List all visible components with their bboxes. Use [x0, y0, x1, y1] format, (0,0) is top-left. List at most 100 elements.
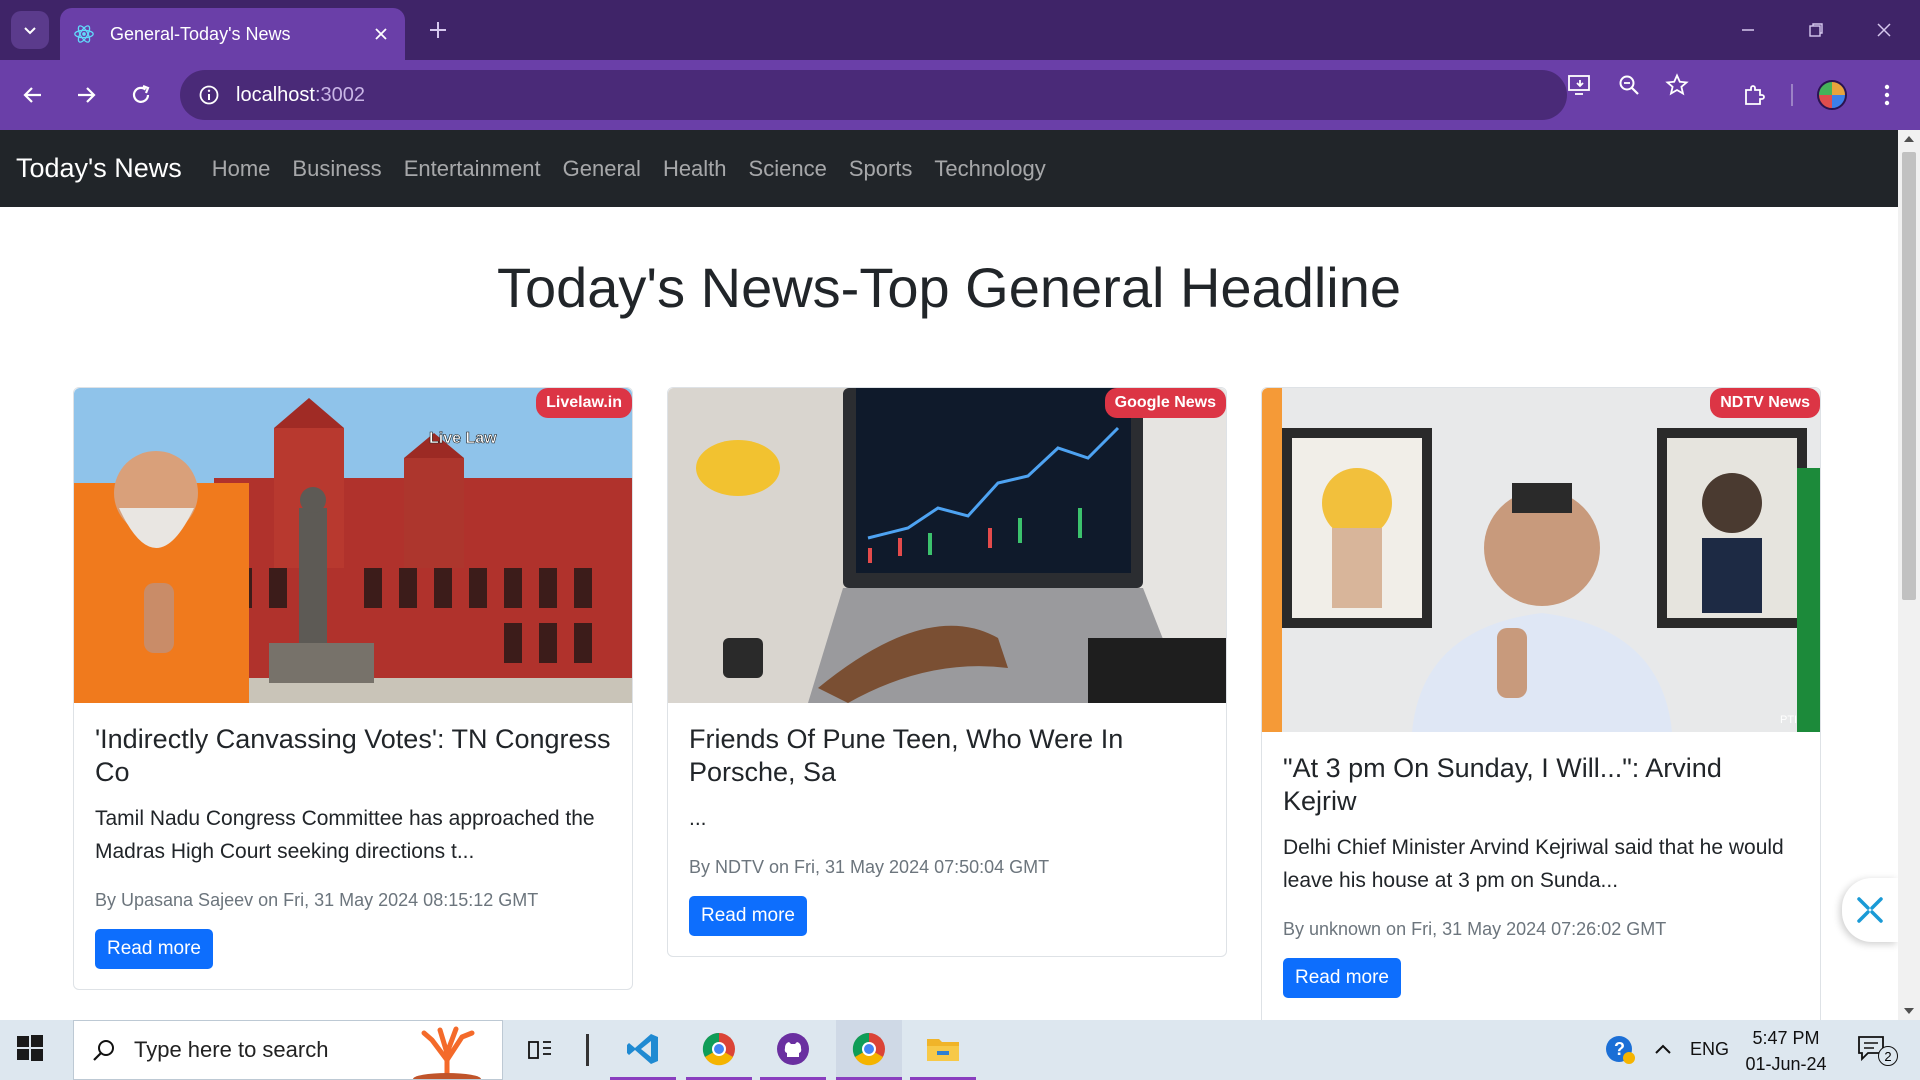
- search-placeholder: Type here to search: [134, 1037, 329, 1062]
- close-window-button[interactable]: [1862, 10, 1906, 50]
- forward-button[interactable]: [67, 76, 105, 114]
- puzzle-icon: [1745, 85, 1765, 105]
- nav-link-general[interactable]: General: [563, 156, 641, 182]
- court-photo: Live Law: [74, 388, 632, 703]
- taskbar-vscode[interactable]: [610, 1020, 676, 1080]
- card-description: Tamil Nadu Congress Committee has approa…: [95, 807, 595, 863]
- chevron-down-icon: [24, 27, 36, 35]
- close-icon: [1877, 23, 1891, 37]
- vscode-icon: [627, 1033, 658, 1064]
- nav-link-home[interactable]: Home: [212, 156, 271, 182]
- image-watermark: PTI: [1780, 714, 1797, 726]
- taskbar-search[interactable]: Type here to search: [73, 1020, 503, 1080]
- card-body: "At 3 pm On Sunday, I Will...": Arvind K…: [1262, 732, 1820, 1018]
- browser-tab[interactable]: General-Today's News: [60, 8, 405, 60]
- toolbar-divider: [1791, 84, 1793, 106]
- url-host: localhost: [236, 83, 315, 106]
- react-icon: [72, 22, 96, 46]
- system-clock[interactable]: 5:47 PM 01-Jun-24: [1736, 1025, 1836, 1077]
- arrow-left-icon: [23, 87, 41, 103]
- task-view-button[interactable]: [508, 1020, 574, 1080]
- nav-links: Home Business Entertainment General Heal…: [212, 156, 1068, 182]
- zoom-icon[interactable]: [1614, 70, 1644, 100]
- folder-icon: [927, 1038, 959, 1061]
- news-card: Live Law Livelaw.in 'Indirectly Canvassi…: [73, 387, 633, 990]
- arrow-right-icon: [78, 87, 96, 103]
- card-title: "At 3 pm On Sunday, I Will...": Arvind K…: [1283, 753, 1722, 816]
- minimize-button[interactable]: [1726, 10, 1770, 50]
- url-port: :3002: [314, 83, 365, 106]
- chrome-icon: [702, 1032, 735, 1065]
- back-button[interactable]: [14, 76, 52, 114]
- nav-link-technology[interactable]: Technology: [934, 156, 1045, 182]
- card-meta: By Upasana Sajeev on Fri, 31 May 2024 08…: [95, 890, 539, 910]
- tab-strip: General-Today's News: [0, 0, 1920, 60]
- url-text: localhost:3002: [236, 84, 365, 107]
- coral-search-highlight-icon: [413, 1026, 481, 1079]
- help-tray-button[interactable]: ?: [1604, 1034, 1636, 1066]
- taskbar-github[interactable]: [760, 1020, 826, 1080]
- news-card: PTI NDTV News "At 3 pm On Sunday, I Will…: [1261, 387, 1821, 1020]
- minimize-icon: [1742, 29, 1754, 31]
- help-icon: ?: [1606, 1036, 1635, 1064]
- reload-button[interactable]: [122, 76, 160, 114]
- scrollbar-thumb[interactable]: [1902, 152, 1916, 600]
- scroll-up-arrow[interactable]: [1904, 136, 1914, 142]
- restore-icon: [1809, 23, 1823, 37]
- image-watermark: Live Law: [429, 430, 497, 447]
- sparkle-icon: [1857, 897, 1883, 923]
- press-conference-photo: PTI: [1262, 388, 1820, 732]
- profile-button[interactable]: [1813, 76, 1851, 114]
- show-hidden-icons-button[interactable]: [1652, 1038, 1676, 1062]
- taskbar-file-explorer[interactable]: [910, 1020, 976, 1080]
- floating-assistant-button[interactable]: [1842, 878, 1898, 942]
- notification-count-badge: 2: [1878, 1046, 1898, 1066]
- tab-search-button[interactable]: [11, 11, 49, 49]
- extensions-button[interactable]: [1735, 76, 1773, 114]
- browser-menu-button[interactable]: [1868, 76, 1906, 114]
- start-button[interactable]: [16, 1034, 48, 1066]
- page-viewport: Today's News Home Business Entertainment…: [0, 130, 1898, 1020]
- read-more-button[interactable]: Read more: [689, 896, 807, 936]
- tab-title: General-Today's News: [110, 23, 291, 44]
- taskbar-chrome-2[interactable]: [836, 1020, 902, 1080]
- plus-icon: [430, 22, 446, 38]
- more-vertical-icon: [1884, 84, 1890, 106]
- notification-center-button[interactable]: 2: [1856, 1034, 1898, 1068]
- site-navbar: Today's News Home Business Entertainment…: [0, 130, 1898, 207]
- card-meta: By NDTV on Fri, 31 May 2024 07:50:04 GMT: [689, 857, 1050, 877]
- close-tab-icon[interactable]: [369, 22, 393, 46]
- nav-link-business[interactable]: Business: [292, 156, 381, 182]
- card-body: Friends Of Pune Teen, Who Were In Porsch…: [668, 703, 1226, 956]
- source-badge: Google News: [1104, 388, 1226, 418]
- os-taskbar: Type here to search ? ENG 5:47 PM 01-Jun…: [0, 1020, 1920, 1080]
- source-badge: NDTV News: [1710, 388, 1820, 418]
- news-card: Google News Friends Of Pune Teen, Who We…: [667, 387, 1227, 957]
- install-app-icon[interactable]: [1565, 70, 1595, 100]
- nav-link-health[interactable]: Health: [663, 156, 727, 182]
- restore-button[interactable]: [1794, 10, 1838, 50]
- card-meta: By unknown on Fri, 31 May 2024 07:26:02 …: [1283, 919, 1667, 939]
- bookmark-star-icon[interactable]: [1662, 70, 1692, 100]
- chevron-up-icon: [1655, 1044, 1671, 1054]
- site-info-icon[interactable]: [194, 80, 224, 110]
- address-bar[interactable]: localhost:3002: [180, 70, 1567, 120]
- scroll-down-arrow[interactable]: [1904, 1008, 1914, 1014]
- avatar: [1817, 80, 1847, 110]
- page-scrollbar[interactable]: [1898, 130, 1920, 1020]
- nav-link-sports[interactable]: Sports: [849, 156, 913, 182]
- taskbar-divider: [586, 1034, 589, 1066]
- navbar-brand[interactable]: Today's News: [16, 153, 182, 184]
- chrome-icon: [852, 1032, 885, 1065]
- news-image: PTI NDTV News: [1262, 388, 1820, 732]
- clock-date: 01-Jun-24: [1745, 1054, 1827, 1074]
- browser-toolbar: localhost:3002: [0, 60, 1920, 130]
- language-indicator[interactable]: ENG: [1690, 1039, 1729, 1060]
- nav-link-science[interactable]: Science: [749, 156, 827, 182]
- card-body: 'Indirectly Canvassing Votes': TN Congre…: [74, 703, 632, 989]
- read-more-button[interactable]: Read more: [95, 929, 213, 969]
- taskbar-chrome-1[interactable]: [686, 1020, 752, 1080]
- nav-link-entertainment[interactable]: Entertainment: [404, 156, 541, 182]
- new-tab-button[interactable]: [422, 14, 454, 46]
- read-more-button[interactable]: Read more: [1283, 958, 1401, 998]
